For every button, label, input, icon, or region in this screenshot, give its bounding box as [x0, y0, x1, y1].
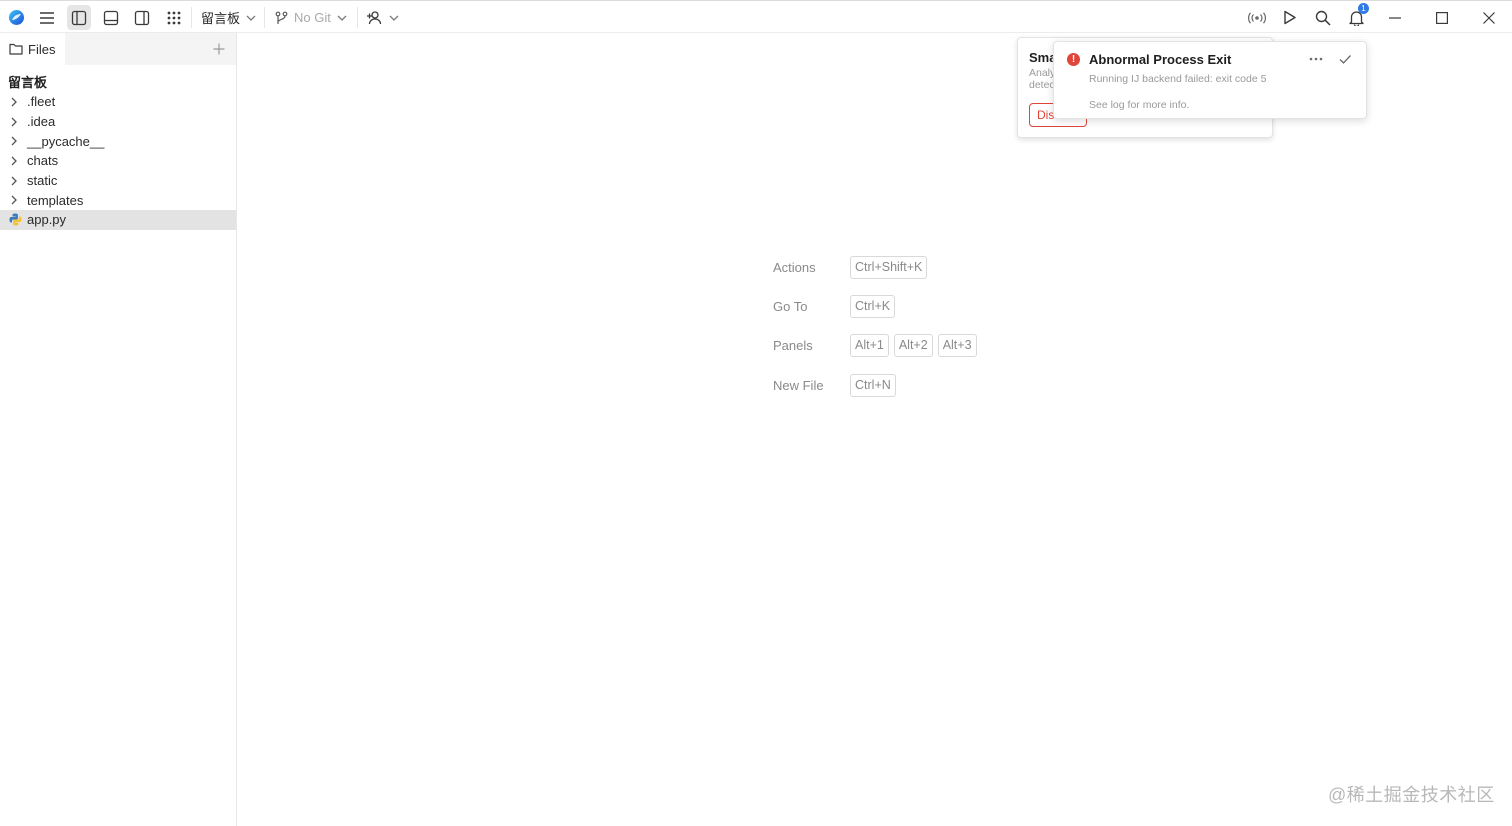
- tree-item-pycache[interactable]: __pycache__: [0, 131, 236, 151]
- add-tab-icon[interactable]: [211, 41, 227, 57]
- error-icon: !: [1067, 53, 1080, 66]
- minimize-window-icon[interactable]: [1383, 5, 1407, 30]
- files-sidebar: Files 留言板 .fleet .idea __pycache__ chats…: [0, 33, 237, 826]
- tree-item-chats[interactable]: chats: [0, 151, 236, 171]
- chevron-right-icon: [11, 136, 17, 146]
- mark-read-check-icon[interactable]: [1338, 52, 1352, 66]
- more-options-icon[interactable]: [1308, 52, 1324, 66]
- chevron-down-icon: [337, 15, 347, 21]
- git-branch-icon: [275, 11, 288, 24]
- apps-grid-icon[interactable]: [162, 5, 186, 30]
- tree-item-label: chats: [27, 153, 59, 169]
- python-file-icon: [9, 213, 22, 226]
- shortcut-key: Alt+3: [937, 333, 977, 357]
- notification-title: Abnormal Process Exit: [1089, 52, 1232, 67]
- project-root-label[interactable]: 留言板: [8, 72, 47, 91]
- add-user-icon: [367, 10, 382, 24]
- notification-message: Running IJ backend failed: exit code 5: [1089, 73, 1267, 85]
- folder-icon: [9, 43, 23, 55]
- toolbar-divider: [357, 7, 358, 28]
- shortcut-label: Panels: [773, 337, 813, 353]
- main-menu-icon[interactable]: [36, 5, 58, 30]
- title-bar: 留言板 No Git 1: [0, 0, 1512, 33]
- run-icon[interactable]: [1278, 5, 1302, 30]
- toolbar-divider: [191, 7, 192, 28]
- tree-item-label: app.py: [27, 212, 67, 228]
- tree-item-label: .idea: [27, 114, 56, 130]
- broadcast-icon[interactable]: [1245, 5, 1269, 30]
- tab-files[interactable]: Files: [0, 33, 65, 65]
- tree-item-fleet[interactable]: .fleet: [0, 92, 236, 112]
- close-window-icon[interactable]: [1477, 5, 1501, 30]
- see-log-link[interactable]: See log for more info.: [1089, 99, 1189, 111]
- toggle-left-panel-icon[interactable]: [67, 5, 91, 30]
- tree-item-label: __pycache__: [27, 133, 105, 149]
- shortcut-key: Alt+2: [893, 333, 933, 357]
- project-dropdown-label: 留言板: [201, 11, 241, 26]
- shortcut-label: Actions: [773, 259, 816, 275]
- tree-item-static[interactable]: static: [0, 171, 236, 191]
- notification-abnormal-exit: ! Abnormal Process Exit Running IJ backe…: [1053, 41, 1367, 119]
- tree-item-idea[interactable]: .idea: [0, 112, 236, 132]
- tab-files-label: Files: [28, 41, 56, 57]
- toolbar-divider: [264, 7, 265, 28]
- file-tree: .fleet .idea __pycache__ chats static te…: [0, 92, 236, 230]
- share-dropdown[interactable]: [362, 5, 403, 30]
- chevron-down-icon: [246, 15, 256, 21]
- chevron-down-icon: [389, 15, 399, 21]
- tree-item-app-py[interactable]: app.py: [0, 210, 236, 230]
- maximize-window-icon[interactable]: [1430, 5, 1454, 30]
- shortcut-key: Ctrl+K: [850, 294, 896, 318]
- shortcut-label: Go To: [773, 298, 808, 314]
- tree-item-label: static: [27, 173, 58, 189]
- notification-count-badge: 1: [1358, 3, 1369, 14]
- shortcut-key: Ctrl+Shift+K: [850, 255, 928, 279]
- shortcut-key: Alt+1: [850, 333, 889, 357]
- watermark: @稀土掘金技术社区: [1328, 785, 1495, 805]
- tree-item-label: .fleet: [27, 94, 56, 110]
- project-dropdown[interactable]: 留言板: [197, 5, 260, 30]
- chevron-right-icon: [11, 176, 17, 186]
- shortcut-label: New File: [773, 377, 824, 393]
- git-dropdown[interactable]: No Git: [271, 5, 351, 30]
- git-dropdown-label: No Git: [294, 10, 331, 25]
- sidebar-tabs: Files: [0, 33, 236, 65]
- chevron-right-icon: [11, 195, 17, 205]
- chevron-right-icon: [11, 97, 17, 107]
- chevron-right-icon: [11, 117, 17, 127]
- tree-item-label: templates: [27, 192, 84, 208]
- toggle-bottom-panel-icon[interactable]: [99, 5, 123, 30]
- notifications-button[interactable]: 1: [1344, 3, 1369, 30]
- chevron-right-icon: [11, 156, 17, 166]
- search-icon[interactable]: [1311, 5, 1335, 30]
- fleet-logo-icon[interactable]: [6, 5, 26, 30]
- shortcut-key: Ctrl+N: [850, 373, 896, 397]
- tree-item-templates[interactable]: templates: [0, 190, 236, 210]
- toggle-right-panel-icon[interactable]: [130, 5, 154, 30]
